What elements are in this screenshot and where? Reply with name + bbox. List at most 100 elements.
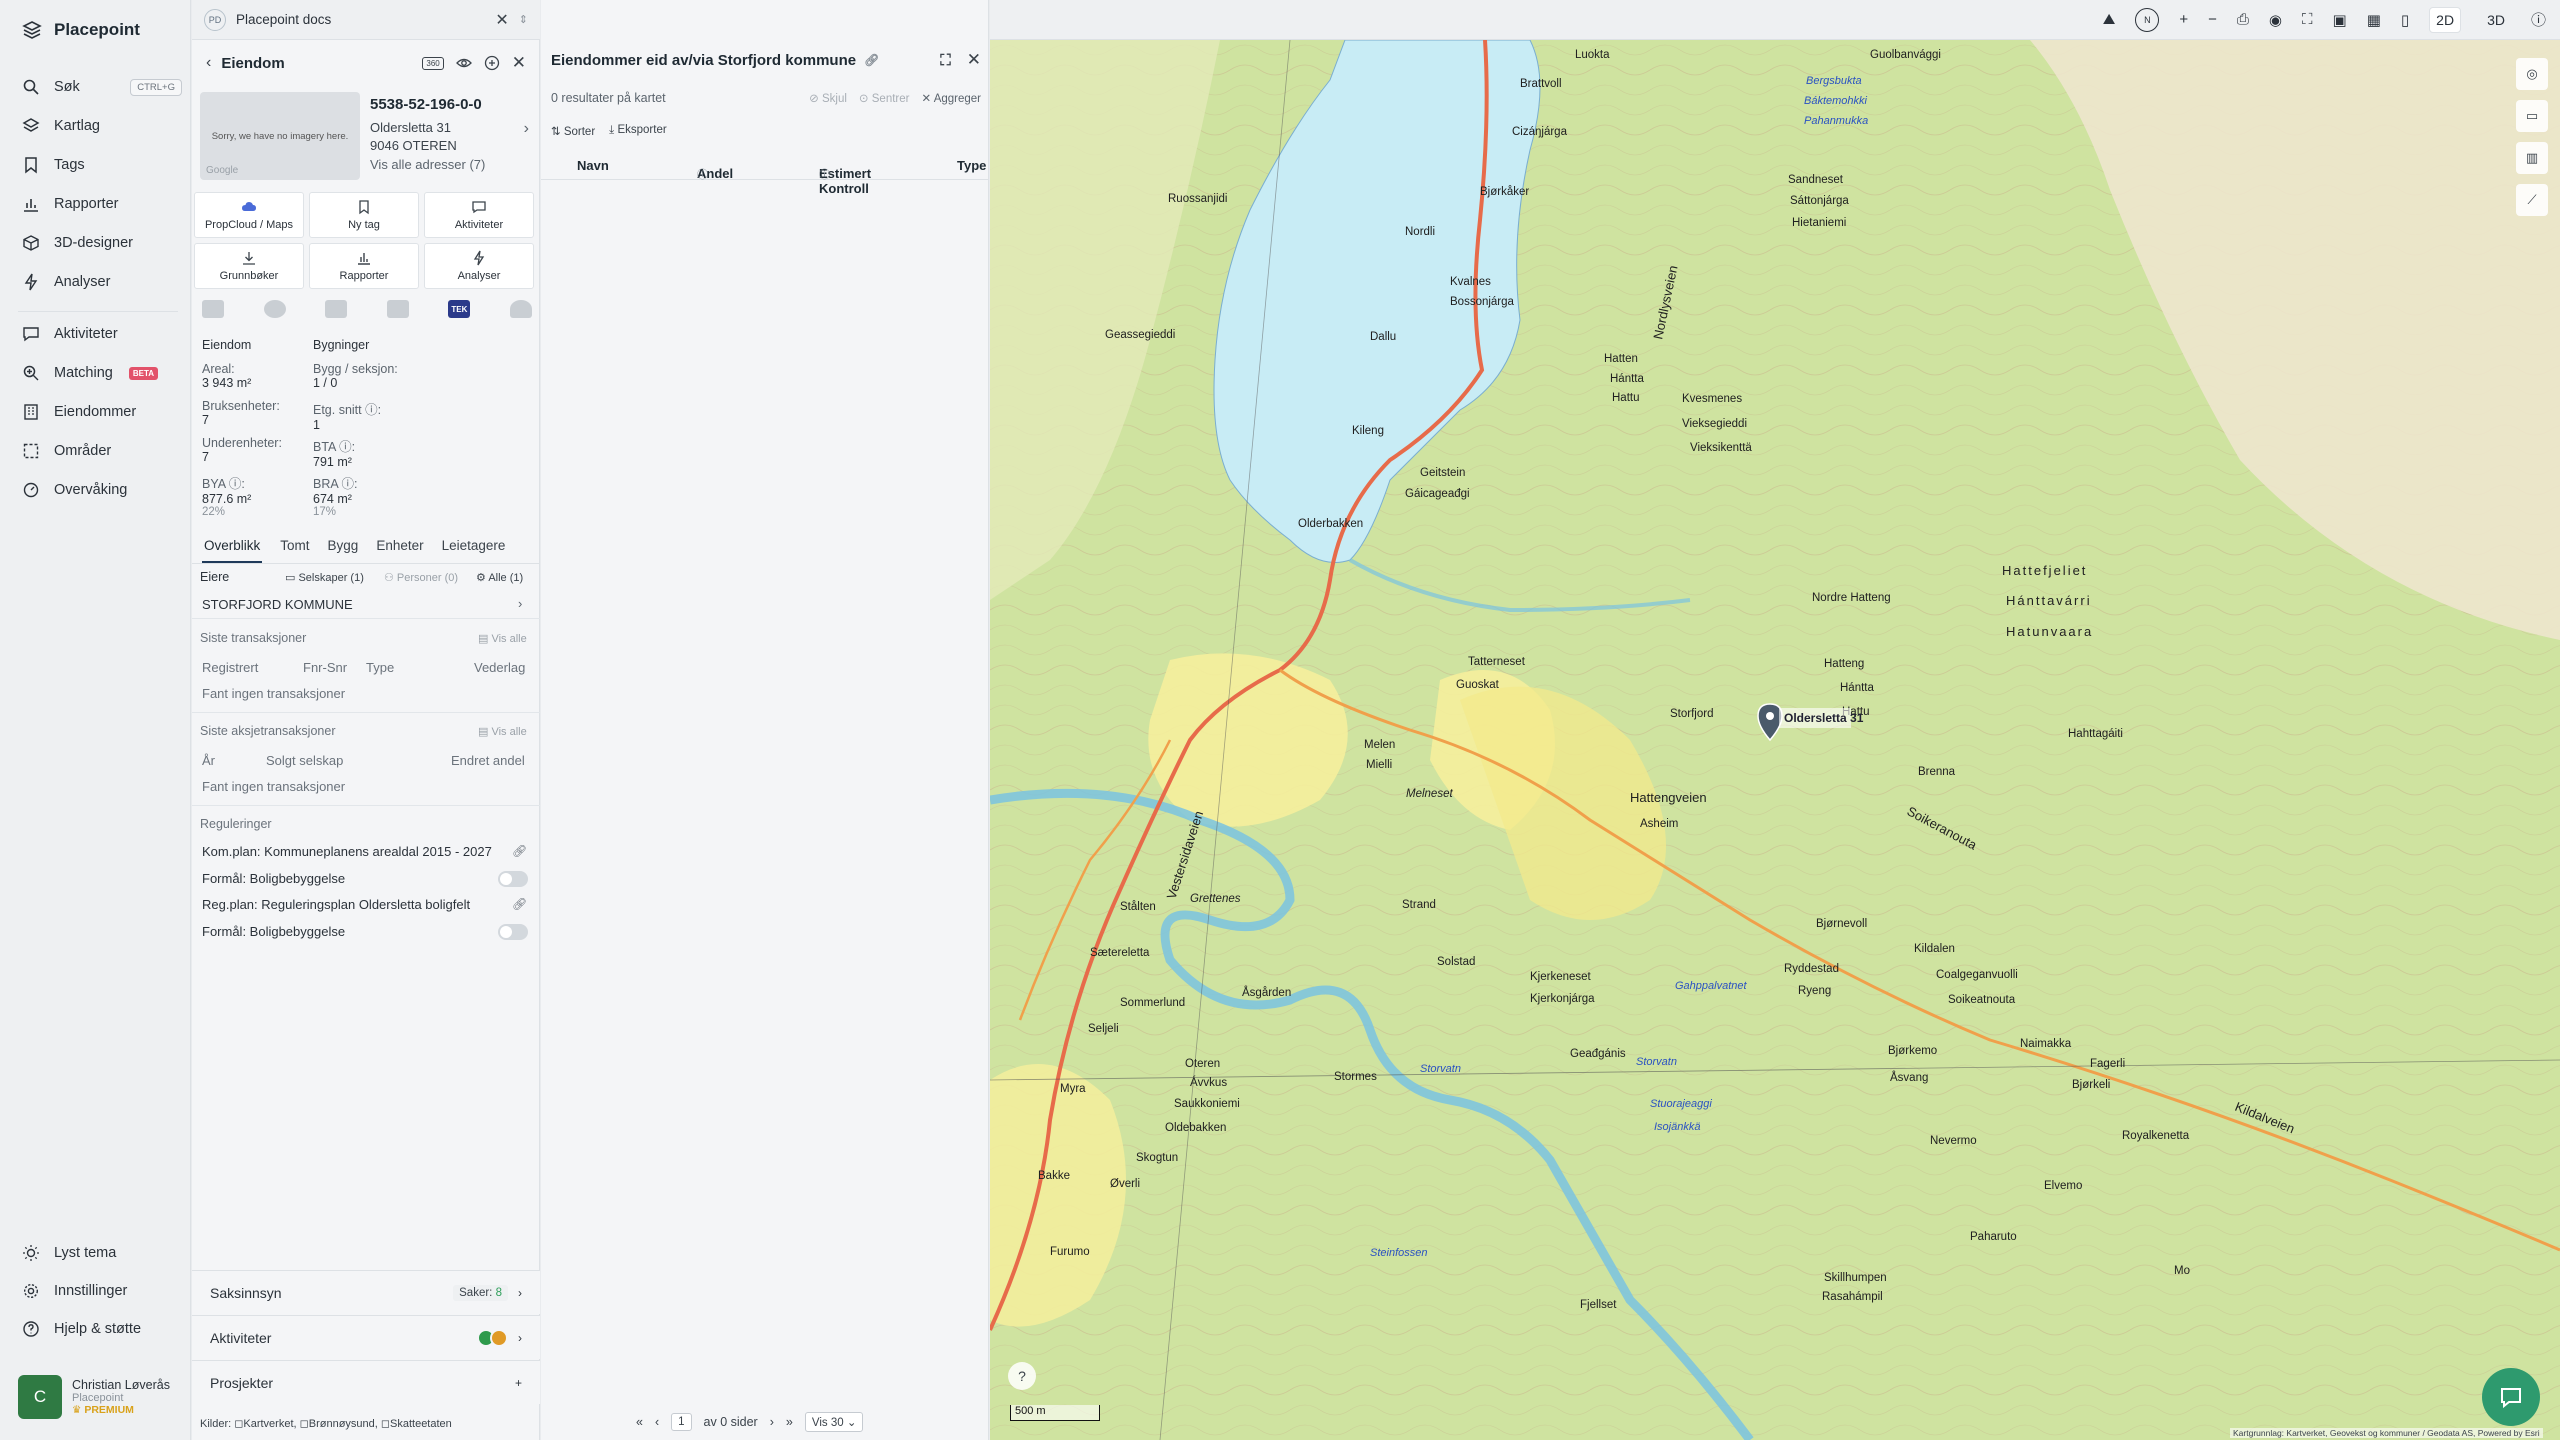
all-addresses-link[interactable]: Vis alle adresser (7) [370, 157, 485, 172]
brand[interactable]: Placepoint [22, 20, 140, 40]
per-page-select[interactable]: Vis 30 ⌄ [804, 1412, 864, 1432]
filter-all[interactable]: ⚙ Alle (1) [476, 571, 523, 584]
reports-button[interactable]: Rapporter [309, 243, 419, 289]
map-help-icon[interactable]: ? [1008, 1362, 1036, 1390]
regulation-row[interactable]: Reg.plan: Reguleringsplan Oldersletta bo… [202, 897, 470, 912]
property-postal: 9046 OTEREN [370, 138, 457, 153]
sidebar-item-tags[interactable]: Tags [22, 152, 182, 178]
fullscreen-icon[interactable]: ⛶ [2302, 11, 2313, 28]
propcloud-button[interactable]: PropCloud / Maps [194, 192, 304, 238]
new-tag-button[interactable]: Ny tag [309, 192, 419, 238]
regulation-row[interactable]: Kom.plan: Kommuneplanens arealdal 2015 -… [202, 844, 492, 859]
sidebar-item-theme[interactable]: Lyst tema [22, 1240, 182, 1266]
sidebar-item-help[interactable]: Hjelp & støtte [22, 1316, 182, 1342]
chart-tool-icon[interactable]: ▥ [2516, 142, 2548, 174]
tab-overblikk[interactable]: Overblikk [202, 534, 263, 563]
link-icon[interactable]: 🔗︎ [512, 844, 527, 858]
close-panel-icon[interactable]: ✕ [512, 53, 526, 73]
close-results-icon[interactable]: ✕ [967, 50, 981, 70]
sidebar-item-overvaking[interactable]: Overvåking [22, 477, 182, 503]
plus-icon[interactable]: + [515, 1376, 522, 1390]
eye-icon[interactable]: ◉ [2269, 11, 2282, 29]
regulation-toggle[interactable] [498, 924, 528, 940]
owner-row[interactable]: STORFJORD KOMMUNE [202, 597, 353, 612]
property-thumbnail[interactable]: Sorry, we have no imagery here. Google [200, 92, 360, 180]
filter-companies[interactable]: ▭ Selskaper (1) [285, 571, 364, 584]
source-logo-icon[interactable] [325, 300, 348, 318]
tab-leietagere[interactable]: Leietagere [442, 534, 506, 563]
map-canvas[interactable]: Luokta Guolbanvággi Brattvoll Cizáŋjárga… [990, 40, 2560, 1440]
last-page-icon[interactable]: » [786, 1415, 793, 1429]
draw-tool-icon[interactable]: ▭ [2516, 100, 2548, 132]
layers-3d-icon[interactable]: ⛰ [2103, 11, 2116, 28]
chevron-right-icon[interactable]: › [524, 120, 529, 138]
source-logo-icon[interactable] [386, 300, 409, 318]
regulation-toggle[interactable] [498, 871, 528, 887]
sidebar-item-search[interactable]: Søk CTRL+G [22, 74, 182, 100]
first-page-icon[interactable]: « [636, 1415, 643, 1429]
tab-enheter[interactable]: Enheter [376, 534, 423, 563]
export-button[interactable]: ⤓ Eksporter [609, 124, 667, 138]
back-arrow-icon[interactable]: ‹ [206, 54, 211, 72]
expand-icon[interactable]: ⛶ [940, 50, 951, 70]
land-registry-button[interactable]: Grunnbøker [194, 243, 304, 289]
tab-bygg[interactable]: Bygg [328, 534, 359, 563]
layer-tool-icon[interactable]: ◎ [2516, 58, 2548, 90]
view-360-icon[interactable]: 360 [422, 56, 444, 70]
sidebar-item-omrader[interactable]: Områder [22, 438, 182, 464]
mode-2d-button[interactable]: 2D [2429, 6, 2462, 33]
place-label: Kileng [1352, 425, 1384, 437]
grid-icon[interactable]: ▦ [2367, 11, 2381, 29]
source-logo-icon[interactable] [202, 300, 224, 318]
transactions-show-all[interactable]: ▤ Vis alle [478, 632, 527, 645]
col-navn[interactable]: Navn [577, 158, 609, 173]
sidebar-item-rapporter[interactable]: Rapporter [22, 191, 182, 217]
col-type[interactable]: Type [957, 158, 986, 173]
chevron-updown-icon[interactable]: ⇕ [519, 13, 528, 26]
sidebar-item-aktiviteter[interactable]: Aktiviteter [22, 321, 182, 347]
zoom-in-button[interactable]: + [2179, 11, 2188, 28]
analyses-button[interactable]: Analyser [424, 243, 534, 289]
camera-icon[interactable]: ▣ [2333, 11, 2347, 29]
print-icon[interactable]: ⎙ [2237, 11, 2249, 28]
tab-tomt[interactable]: Tomt [280, 534, 309, 563]
prev-page-icon[interactable]: ‹ [655, 1415, 659, 1429]
sidebar-item-eiendommer[interactable]: Eiendommer [22, 399, 182, 425]
compass-button[interactable]: N [2135, 7, 2160, 32]
close-doc-icon[interactable]: ✕ [495, 10, 508, 30]
sidebar-item-analyser[interactable]: Analyser [22, 269, 182, 295]
page-input[interactable]: 1 [671, 1413, 692, 1431]
activities-button[interactable]: Aktiviteter [424, 192, 534, 238]
aktiviteter-section[interactable]: Aktiviteter › [192, 1315, 540, 1359]
link-icon[interactable]: 🔗︎ [512, 897, 527, 911]
filter-persons[interactable]: ⚇ Personer (0) [384, 571, 458, 584]
center-button[interactable]: ⊙ Sentrer [859, 91, 910, 105]
user-card[interactable]: C Christian Løverås Placepoint ♛ PREMIUM [18, 1370, 184, 1424]
tek-logo[interactable]: TEK [448, 300, 471, 318]
hide-button[interactable]: ⊘ Skjul [809, 91, 847, 105]
prosjekter-section[interactable]: Prosjekter + [192, 1360, 540, 1404]
chevron-right-icon[interactable]: › [518, 596, 522, 611]
bookmark-icon[interactable]: ▯ [2401, 11, 2409, 29]
link-icon[interactable]: 🔗︎ [864, 53, 879, 67]
sidebar-item-kartlag[interactable]: Kartlag [22, 113, 182, 139]
share-transactions-show-all[interactable]: ▤ Vis alle [478, 725, 527, 738]
add-circle-icon[interactable] [484, 55, 500, 71]
saksinnsyn-section[interactable]: Saksinnsyn Saker: 8 › [192, 1270, 540, 1314]
sidebar-item-matching[interactable]: Matching BETA [22, 360, 182, 386]
info-icon[interactable]: ⓘ [2531, 9, 2546, 30]
source-logo-icon[interactable] [509, 300, 532, 318]
document-tab[interactable]: PD Placepoint docs ✕ ⇕ [192, 0, 540, 40]
zoom-out-button[interactable]: − [2208, 11, 2217, 28]
source-logo-icon[interactable] [263, 300, 286, 318]
mode-3d-button[interactable]: 3D [2481, 8, 2511, 32]
place-label: Mielli [1366, 759, 1392, 771]
next-page-icon[interactable]: › [770, 1415, 774, 1429]
aggregate-button[interactable]: ✕ Aggreger [921, 91, 981, 105]
sidebar-item-settings[interactable]: Innstillinger [22, 1278, 182, 1304]
sort-button[interactable]: ⇅ Sorter [551, 124, 595, 138]
chat-support-button[interactable] [2482, 1368, 2540, 1426]
eye-icon[interactable] [455, 55, 472, 71]
measure-tool-icon[interactable]: ⟋ [2516, 184, 2548, 216]
sidebar-item-3d-designer[interactable]: 3D-designer [22, 230, 182, 256]
